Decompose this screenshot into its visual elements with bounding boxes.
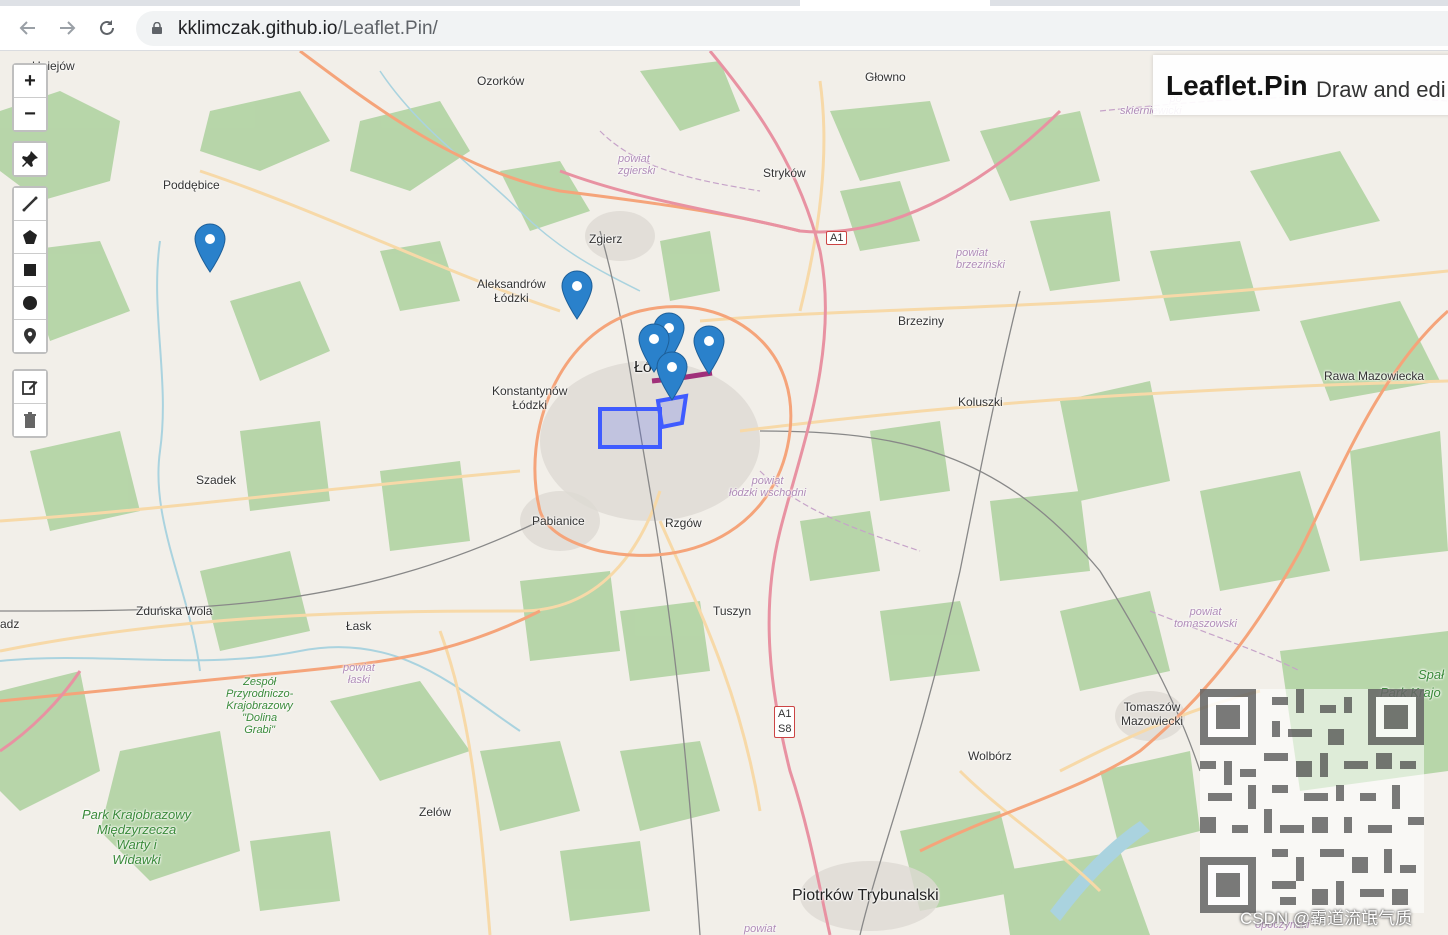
- pin-toggle-button[interactable]: [14, 143, 46, 175]
- draw-rectangle-button[interactable]: [14, 254, 46, 287]
- road-sign-s8: S8: [778, 723, 792, 735]
- draw-circle-button[interactable]: [14, 287, 46, 320]
- url-host: kklimczak.github.io: [178, 18, 338, 39]
- lock-icon: [152, 22, 162, 34]
- place-tuszyn: Tuszyn: [713, 604, 752, 618]
- place-spala: Spał: [1418, 667, 1445, 682]
- page-title: Leaflet.Pin: [1166, 70, 1308, 101]
- map-canvas[interactable]: Uniejów Ozorków Głowno Poddębice powiat …: [0, 51, 1448, 935]
- pin-toggle-icon: [22, 151, 38, 167]
- place-powiat-laski: powiat łaski: [343, 662, 375, 686]
- trash-icon: [24, 412, 36, 428]
- place-zespol: Zespół Przyrodniczo- Krajobrazowy "Dolin…: [226, 676, 294, 736]
- place-aleksandrow: Aleksandrów Łódzki: [477, 277, 546, 305]
- page-subtitle: Draw and edi: [1316, 77, 1446, 102]
- polyline-icon: [22, 196, 38, 212]
- polygon-icon: [23, 230, 37, 244]
- zoom-in-button[interactable]: +: [14, 65, 46, 98]
- place-powiat-tomaszowski: powiat tomaszowski: [1174, 606, 1237, 630]
- place-poddebice: Poddębice: [163, 178, 220, 192]
- place-rzgow: Rzgów: [665, 516, 702, 530]
- forward-arrow-icon[interactable]: [53, 14, 81, 42]
- marker-icon: [24, 328, 36, 344]
- edit-toolbar: [12, 369, 48, 438]
- road-sign-a1-north: A1: [826, 231, 848, 245]
- place-strykow: Stryków: [763, 166, 806, 180]
- place-powiat-zgierski: powiat zgierski: [618, 153, 656, 177]
- place-lask: Łask: [346, 619, 372, 633]
- draw-marker-button[interactable]: [14, 320, 46, 352]
- place-powiat-lodzki: powiat łódzki wschodni: [729, 475, 807, 499]
- place-piotrkow: Piotrków Trybunalski: [792, 887, 939, 904]
- edit-layers-button[interactable]: [14, 371, 46, 404]
- place-zgierz: Zgierz: [589, 232, 623, 246]
- qr-code-overlay: [1200, 689, 1424, 913]
- pin-control: [12, 141, 48, 177]
- draw-polyline-button[interactable]: [14, 188, 46, 221]
- place-koluszki: Koluszki: [958, 395, 1003, 409]
- url-text: kklimczak.github.io/Leaflet.Pin/: [178, 18, 438, 40]
- map-marker-icon[interactable]: [656, 351, 688, 401]
- back-arrow-icon[interactable]: [14, 14, 42, 42]
- reload-icon[interactable]: [93, 14, 121, 42]
- map-marker-icon[interactable]: [561, 270, 593, 320]
- place-powiat-bottom: powiat: [744, 923, 776, 935]
- place-brzeziny: Brzeziny: [898, 314, 945, 328]
- place-szadek: Szadek: [196, 473, 237, 487]
- place-zdunska: Zduńska Wola: [136, 604, 213, 618]
- place-rawa: Rawa Mazowiecka: [1324, 369, 1425, 383]
- place-konstantynow: Konstantynów Łódzki: [492, 384, 568, 412]
- circle-icon: [23, 296, 37, 310]
- place-glowno: Głowno: [865, 70, 906, 84]
- zoom-out-button[interactable]: −: [14, 98, 46, 130]
- zoom-control: + −: [12, 63, 48, 132]
- delete-layers-button[interactable]: [14, 404, 46, 436]
- edit-icon: [22, 381, 38, 395]
- place-powiat-brzezinski: powiat brzeziński: [956, 247, 1005, 271]
- watermark-text: CSDN @霸道流氓气质: [1240, 909, 1413, 928]
- browser-toolbar: kklimczak.github.io/Leaflet.Pin/: [0, 6, 1448, 51]
- place-park-miedzyrzecza: Park Krajobrazowy Międzyrzecza Warty i W…: [82, 807, 192, 867]
- road-sign-a1: A1: [778, 708, 792, 720]
- url-path: /Leaflet.Pin/: [337, 18, 438, 39]
- road-sign-a1-s8: A1 S8: [774, 706, 796, 738]
- place-zelow: Zelów: [419, 805, 452, 819]
- map-marker-icon[interactable]: [194, 223, 226, 273]
- map-marker-icon[interactable]: [693, 325, 725, 375]
- title-panel: Leaflet.Pin Draw and edi: [1153, 55, 1448, 115]
- address-bar[interactable]: kklimczak.github.io/Leaflet.Pin/: [136, 11, 1448, 46]
- place-sieradz: adz: [0, 617, 20, 631]
- place-tomaszow: Tomaszów Mazowiecki: [1121, 700, 1184, 728]
- place-ozorkow: Ozorków: [477, 74, 525, 88]
- draw-toolbar: [12, 186, 48, 354]
- place-wolborz: Wolbórz: [968, 749, 1012, 763]
- place-pabianice: Pabianice: [532, 514, 585, 528]
- rectangle-icon: [24, 264, 36, 276]
- draw-polygon-button[interactable]: [14, 221, 46, 254]
